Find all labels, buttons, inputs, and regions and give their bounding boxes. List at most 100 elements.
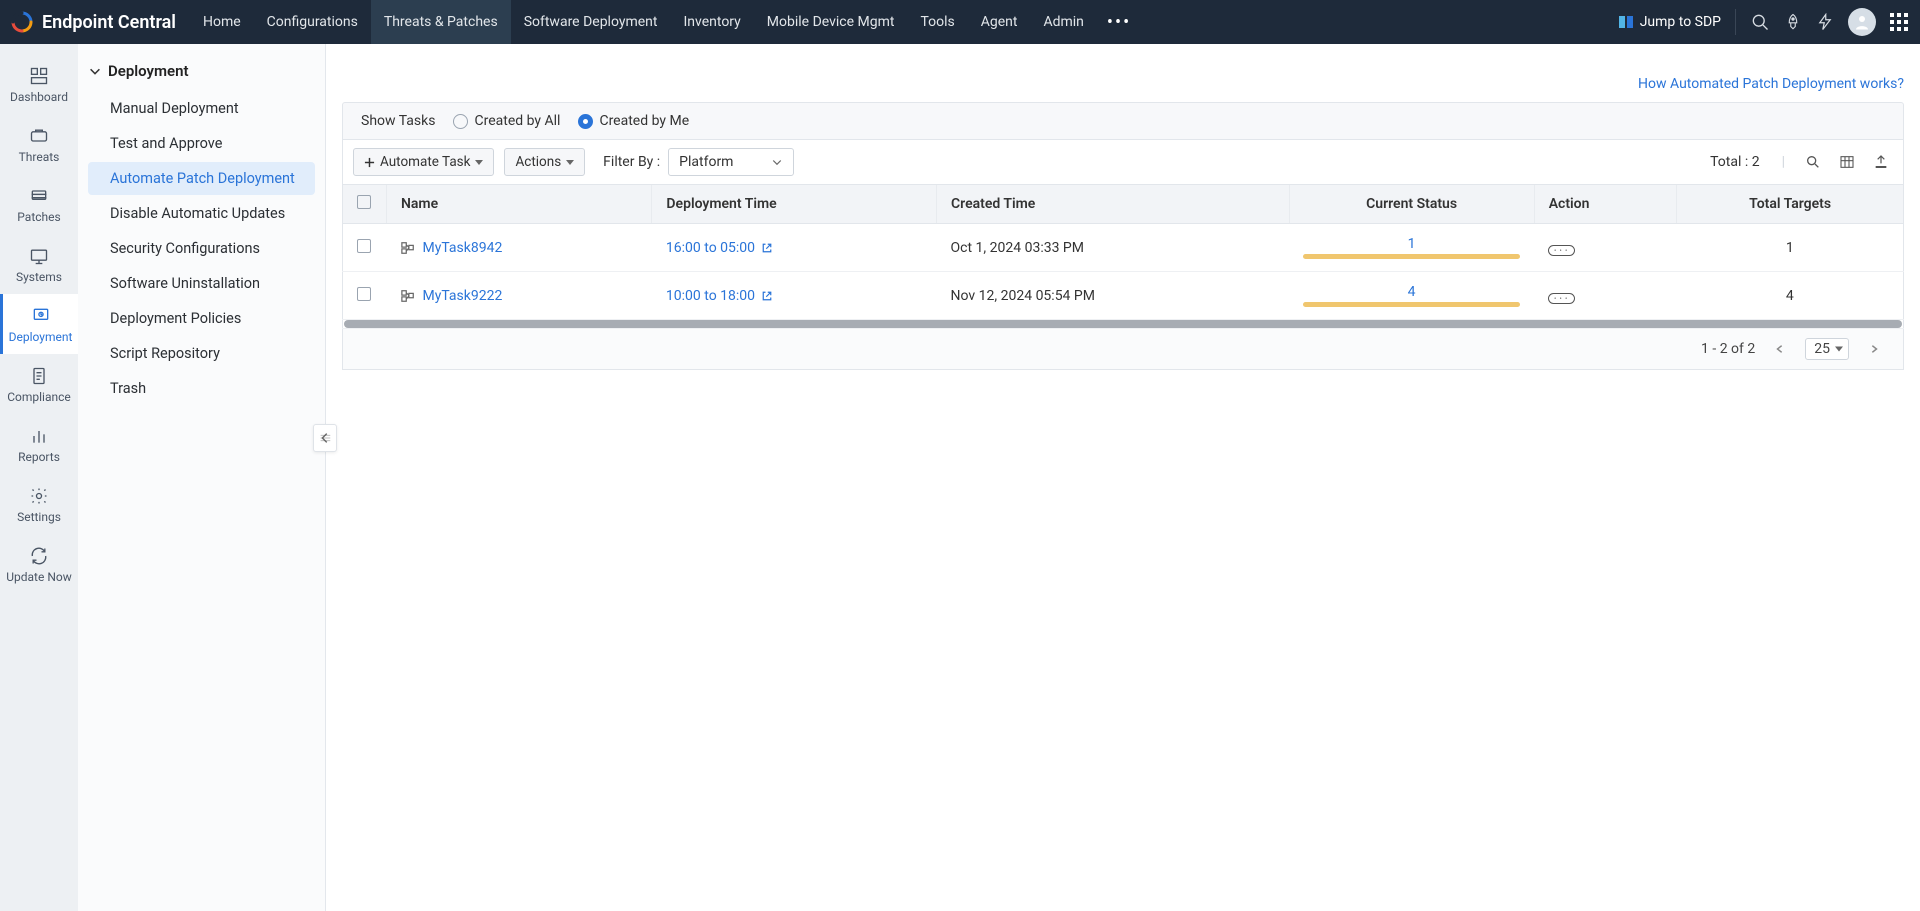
external-link-icon — [761, 242, 773, 254]
rail-dashboard[interactable]: Dashboard — [0, 54, 78, 114]
task-name-link[interactable]: MyTask8942 — [423, 240, 503, 256]
col-total-targets[interactable]: Total Targets — [1677, 185, 1904, 224]
radio-icon — [578, 114, 593, 129]
nav-tools[interactable]: Tools — [907, 0, 967, 44]
caret-down-icon — [566, 160, 574, 165]
row-checkbox[interactable] — [357, 287, 371, 301]
deployment-subnav: Deployment Manual Deployment Test and Ap… — [78, 44, 326, 911]
col-current-status[interactable]: Current Status — [1289, 185, 1534, 224]
table-search-icon[interactable] — [1801, 154, 1825, 170]
created-time: Nov 12, 2024 05:54 PM — [937, 272, 1289, 320]
header-row: Name Deployment Time Created Time Curren… — [343, 185, 1904, 224]
col-deployment-time[interactable]: Deployment Time — [652, 185, 937, 224]
select-all-checkbox[interactable] — [357, 195, 371, 209]
rail-compliance[interactable]: Compliance — [0, 354, 78, 414]
rail-reports[interactable]: Reports — [0, 414, 78, 474]
avatar[interactable] — [1848, 8, 1876, 36]
app-grid-icon[interactable] — [1890, 13, 1908, 31]
automate-task-button[interactable]: Automate Task — [353, 148, 494, 176]
export-icon[interactable] — [1869, 154, 1893, 170]
status-bar — [1303, 302, 1520, 307]
rail-update-now[interactable]: Update Now — [0, 534, 78, 594]
nav-threats-patches[interactable]: Threats & Patches — [371, 0, 511, 44]
lightning-icon[interactable] — [1816, 13, 1834, 31]
columns-icon[interactable] — [1835, 154, 1859, 170]
subnav-trash[interactable]: Trash — [88, 372, 315, 405]
tasks-table: Name Deployment Time Created Time Curren… — [342, 185, 1904, 329]
rail-settings[interactable]: Settings — [0, 474, 78, 534]
search-icon[interactable] — [1750, 12, 1770, 32]
row-action-menu-icon[interactable]: ● ● ● — [1548, 245, 1574, 256]
table-row: MyTask8942 16:00 to 05:00 Oct 1, 2024 03… — [343, 224, 1904, 272]
radio-created-by-all[interactable]: Created by All — [453, 113, 560, 129]
task-name-link[interactable]: MyTask9222 — [423, 288, 503, 304]
rocket-icon[interactable] — [1784, 13, 1802, 31]
col-created-time[interactable]: Created Time — [937, 185, 1289, 224]
main-content: How Automated Patch Deployment works? Sh… — [326, 44, 1920, 911]
rail-systems[interactable]: Systems — [0, 234, 78, 294]
task-icon — [401, 289, 415, 303]
nav-software-deployment[interactable]: Software Deployment — [511, 0, 671, 44]
rail-patches[interactable]: Patches — [0, 174, 78, 234]
rail-deployment[interactable]: Deployment — [0, 294, 78, 354]
status-bar — [1303, 254, 1520, 259]
sdp-icon — [1618, 14, 1634, 30]
deployment-time-link[interactable]: 16:00 to 05:00 — [666, 240, 773, 256]
nav-configurations[interactable]: Configurations — [254, 0, 371, 44]
logo-icon — [10, 10, 34, 34]
deployment-time-link[interactable]: 10:00 to 18:00 — [666, 288, 773, 304]
help-link[interactable]: How Automated Patch Deployment works? — [1638, 76, 1904, 92]
nav-inventory[interactable]: Inventory — [670, 0, 753, 44]
status-count-link[interactable]: 1 — [1303, 236, 1520, 252]
created-time: Oct 1, 2024 03:33 PM — [937, 224, 1289, 272]
help-link-row: How Automated Patch Deployment works? — [342, 44, 1904, 102]
actions-button[interactable]: Actions — [504, 148, 585, 176]
subnav-deployment-policies[interactable]: Deployment Policies — [88, 302, 315, 335]
total-targets: 4 — [1677, 272, 1904, 320]
main-layout: Dashboard Threats Patches Systems Deploy… — [0, 44, 1920, 911]
subnav-security-configurations[interactable]: Security Configurations — [88, 232, 315, 265]
nav-more-icon[interactable]: ••• — [1097, 0, 1141, 44]
col-action[interactable]: Action — [1534, 185, 1677, 224]
caret-down-icon — [475, 160, 483, 165]
platform-select[interactable]: Platform — [668, 148, 794, 176]
nav-agent[interactable]: Agent — [968, 0, 1031, 44]
filter-by-label: Filter By : — [603, 154, 660, 170]
pager: 1 - 2 of 2 25 — [342, 329, 1904, 370]
pager-next-icon[interactable] — [1863, 338, 1885, 360]
jump-to-sdp[interactable]: Jump to SDP — [1618, 9, 1736, 35]
nav-mobile-device-mgmt[interactable]: Mobile Device Mgmt — [754, 0, 908, 44]
pager-prev-icon[interactable] — [1769, 338, 1791, 360]
rail-threats[interactable]: Threats — [0, 114, 78, 174]
task-icon — [401, 241, 415, 255]
row-action-menu-icon[interactable]: ● ● ● — [1548, 293, 1574, 304]
plus-icon — [364, 157, 375, 168]
external-link-icon — [761, 290, 773, 302]
status-count-link[interactable]: 4 — [1303, 284, 1520, 300]
left-rail: Dashboard Threats Patches Systems Deploy… — [0, 44, 78, 911]
radio-created-by-me[interactable]: Created by Me — [578, 113, 689, 129]
subnav-test-approve[interactable]: Test and Approve — [88, 127, 315, 160]
app-logo[interactable]: Endpoint Central — [0, 10, 190, 34]
nav-admin[interactable]: Admin — [1030, 0, 1096, 44]
filter-bar: Show Tasks Created by All Created by Me — [342, 102, 1904, 140]
chevron-down-icon — [771, 156, 783, 168]
nav-home[interactable]: Home — [190, 0, 254, 44]
total-targets: 1 — [1677, 224, 1904, 272]
caret-down-icon — [1835, 347, 1843, 352]
radio-icon — [453, 114, 468, 129]
top-bar: Endpoint Central Home Configurations Thr… — [0, 0, 1920, 44]
subnav-disable-auto-updates[interactable]: Disable Automatic Updates — [88, 197, 315, 230]
subnav-automate-patch-deployment[interactable]: Automate Patch Deployment — [88, 162, 315, 195]
subnav-manual-deployment[interactable]: Manual Deployment — [88, 92, 315, 125]
subnav-header[interactable]: Deployment — [78, 58, 325, 90]
page-size-select[interactable]: 25 — [1805, 338, 1849, 360]
collapse-subnav-icon[interactable] — [313, 424, 337, 452]
subnav-script-repository[interactable]: Script Repository — [88, 337, 315, 370]
col-name[interactable]: Name — [387, 185, 652, 224]
jump-label: Jump to SDP — [1640, 14, 1721, 30]
horizontal-scrollbar[interactable] — [343, 320, 1904, 329]
subnav-software-uninstallation[interactable]: Software Uninstallation — [88, 267, 315, 300]
total-label: Total : 2 — [1710, 154, 1759, 170]
row-checkbox[interactable] — [357, 239, 371, 253]
